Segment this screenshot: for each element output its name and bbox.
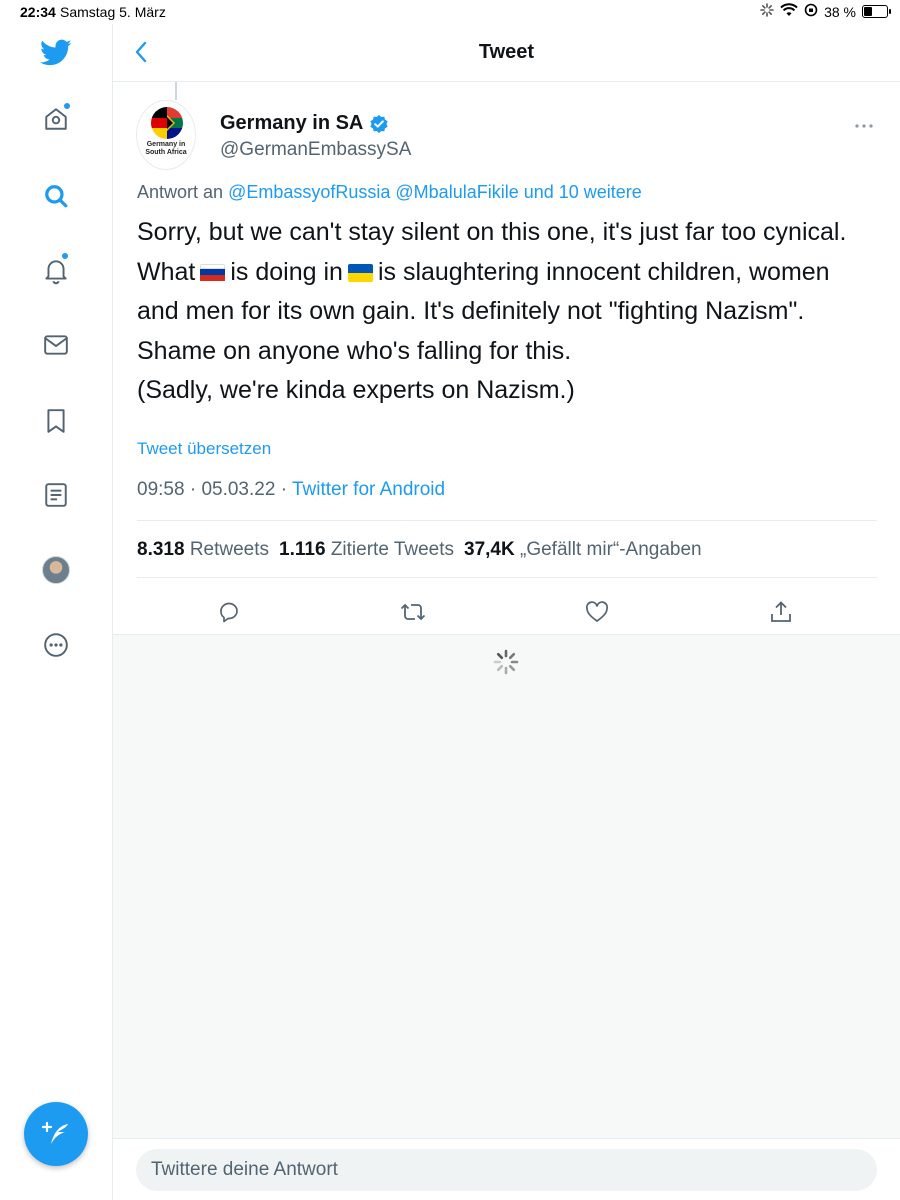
loading-spinner-icon (493, 649, 519, 675)
like-button[interactable] (579, 594, 615, 630)
tweet-text-part: is doing in (230, 257, 343, 286)
mention-link[interactable]: @MbalulaFikile (395, 182, 518, 202)
status-bar: 22:34 Samstag 5. März 38 % (0, 0, 900, 24)
author-handle[interactable]: @GermanEmbassySA (220, 139, 411, 161)
sidebar (0, 24, 113, 1200)
bookmarks-icon[interactable] (37, 402, 75, 440)
mention-link[interactable]: @EmbassyofRussia (228, 182, 390, 202)
status-date: Samstag 5. März (60, 4, 166, 20)
ukraine-flag-icon (347, 263, 373, 282)
reply-to-line: Antwort an @EmbassyofRussia @MbalulaFiki… (137, 182, 642, 203)
retweet-icon (400, 603, 426, 621)
wifi-icon (780, 3, 798, 20)
notifications-icon[interactable] (37, 252, 75, 290)
battery-percent: 38 % (824, 3, 856, 20)
divider (137, 577, 877, 578)
tweet-more-button[interactable] (854, 112, 874, 135)
page-title: Tweet (478, 41, 535, 63)
tweet-text: Sorry, but we can't stay silent on this … (137, 213, 857, 411)
like-icon (586, 601, 608, 622)
tweet-meta: 09:58 · 05.03.22 · Twitter for Android (137, 479, 445, 501)
messages-icon[interactable] (37, 326, 75, 364)
compose-tweet-icon (41, 1121, 68, 1144)
lists-icon[interactable] (37, 476, 75, 514)
replies-area (113, 634, 900, 1138)
battery-level (864, 7, 872, 16)
share-icon (771, 601, 791, 622)
tweet-source-link[interactable]: Twitter for Android (292, 479, 445, 500)
profile-avatar[interactable] (37, 551, 75, 589)
retweet-button[interactable] (395, 594, 431, 630)
reply-icon (220, 602, 238, 623)
meta-separator: · (189, 479, 197, 500)
reply-to-others-link[interactable]: und 10 weitere (524, 182, 642, 202)
reply-input[interactable] (136, 1149, 877, 1191)
battery-icon (862, 5, 891, 18)
tweet-time: 09:58 (137, 479, 185, 500)
reply-button[interactable] (211, 594, 247, 630)
verified-badge-icon (370, 114, 388, 133)
home-icon[interactable] (37, 100, 75, 138)
tweet-text-part: (Sadly, we're kinda experts on Nazism.) (137, 376, 575, 404)
germany-sa-logo-icon (151, 107, 183, 139)
explore-icon[interactable] (37, 177, 75, 215)
russia-flag-icon (200, 263, 226, 282)
rotation-lock-icon (804, 3, 818, 20)
more-icon[interactable] (37, 626, 75, 664)
tweet-date: 05.03.22 (201, 479, 276, 500)
tweet-stats: 8.318 Retweets 1.116 Zitierte Tweets 37,… (137, 539, 702, 561)
activity-spinner-icon (760, 3, 774, 20)
divider (137, 520, 877, 521)
likes-stat[interactable]: 37,4K „Gefällt mir“-Angaben (464, 539, 702, 561)
avatar-caption: Germany in South Africa (145, 141, 187, 156)
retweets-stat[interactable]: 8.318 Retweets (137, 539, 269, 561)
translate-tweet-link[interactable]: Tweet übersetzen (137, 439, 271, 459)
header: Tweet (113, 24, 900, 82)
author-name: Germany in SA (220, 112, 364, 134)
avatar (42, 556, 70, 584)
quotes-stat[interactable]: 1.116 Zitierte Tweets (279, 539, 454, 561)
reply-bar (113, 1138, 900, 1200)
status-time: 22:34 (20, 4, 56, 20)
thread-line (175, 82, 177, 100)
author-name-row[interactable]: Germany in SA (220, 112, 389, 135)
home-notification-dot (63, 102, 71, 110)
compose-tweet-button[interactable] (24, 1102, 88, 1166)
status-right: 38 % (760, 3, 891, 20)
reply-to-prefix: Antwort an (137, 182, 224, 202)
meta-separator: · (280, 479, 288, 500)
share-button[interactable] (763, 594, 799, 630)
tweet-actions (113, 590, 900, 634)
more-horizontal-icon (855, 124, 873, 128)
author-avatar[interactable]: Germany in South Africa (136, 100, 196, 170)
twitter-logo-icon[interactable] (37, 34, 75, 72)
notifications-dot (61, 252, 69, 260)
